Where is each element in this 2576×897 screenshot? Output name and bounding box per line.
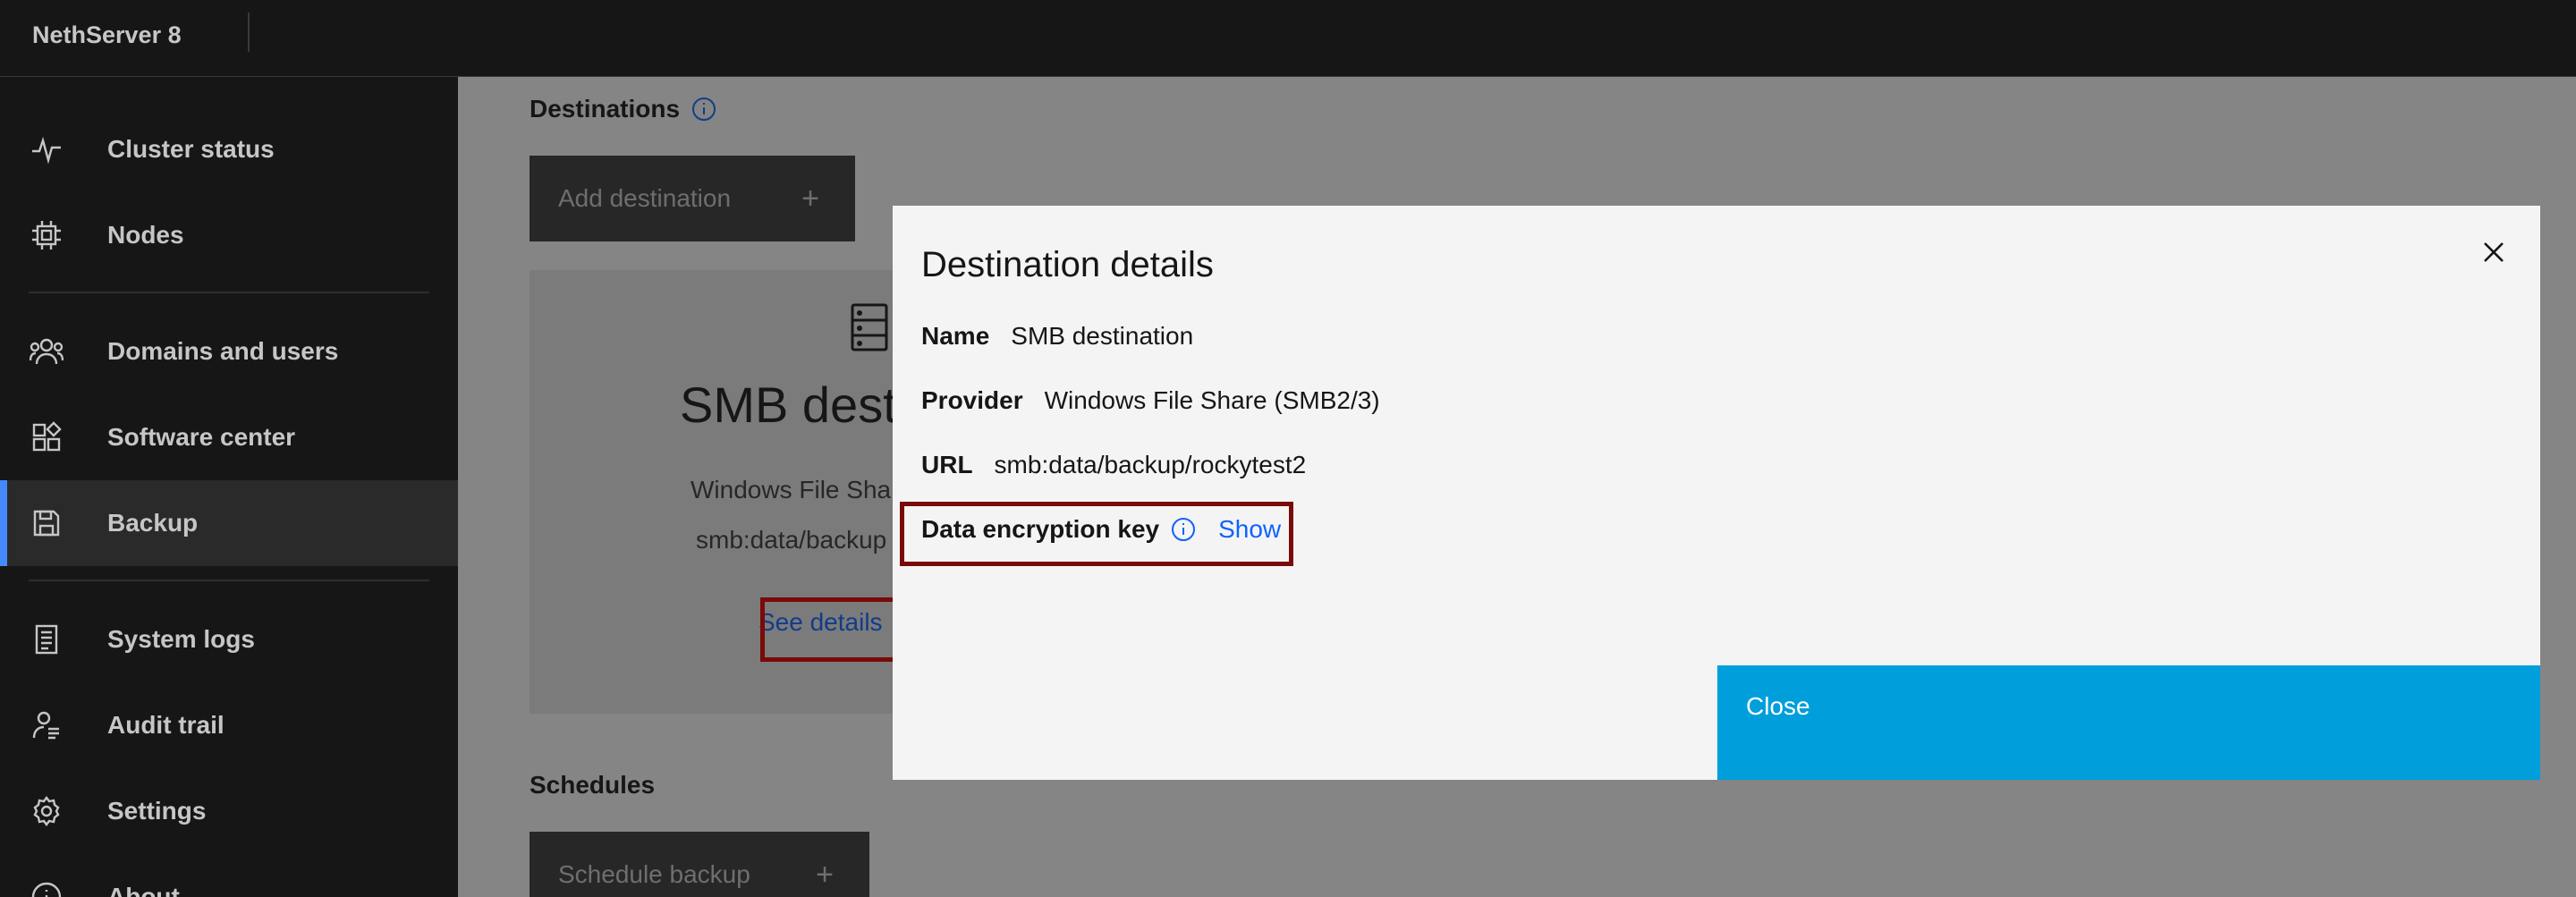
sidebar-item-label: Backup	[107, 509, 199, 537]
app-brand[interactable]: NethServer 8	[32, 0, 182, 77]
sidebar-item-system-logs[interactable]: System logs	[0, 597, 458, 682]
sidebar-item-settings[interactable]: Settings	[0, 768, 458, 854]
url-value: smb:data/backup/rockytest2	[994, 451, 1307, 478]
users-icon	[29, 334, 64, 369]
encryption-key-highlight	[900, 502, 1293, 566]
provider-value: Windows File Share (SMB2/3)	[1044, 386, 1380, 414]
apps-icon	[29, 419, 64, 455]
sidebar-item-label: Cluster status	[107, 135, 275, 163]
save-icon	[29, 505, 64, 541]
top-header: NethServer 8	[0, 0, 2576, 77]
destination-details-modal: Destination details Name SMB destination…	[893, 206, 2540, 780]
sidebar-item-label: About	[107, 883, 180, 897]
close-button[interactable]: Close	[1717, 665, 2540, 780]
close-icon[interactable]	[2472, 231, 2515, 274]
sidebar-divider	[29, 580, 429, 581]
sidebar-item-nodes[interactable]: Nodes	[0, 192, 458, 278]
sidebar-item-domains-and-users[interactable]: Domains and users	[0, 309, 458, 394]
sidebar-item-label: Domains and users	[107, 337, 339, 365]
name-label: Name	[921, 322, 990, 350]
audit-icon	[29, 707, 64, 743]
activity-icon	[29, 131, 64, 167]
see-details-highlight	[760, 597, 900, 662]
logs-icon	[29, 622, 64, 657]
name-row: Name SMB destination	[921, 322, 1193, 351]
sidebar: Cluster status Nodes Domains and users S…	[0, 77, 458, 897]
chip-icon	[29, 217, 64, 253]
name-value: SMB destination	[1011, 322, 1194, 350]
modal-title: Destination details	[921, 245, 1214, 284]
sidebar-item-label: System logs	[107, 625, 255, 653]
provider-label: Provider	[921, 386, 1023, 414]
gear-icon	[29, 793, 64, 829]
sidebar-divider	[29, 292, 429, 293]
sidebar-item-about[interactable]: About	[0, 854, 458, 897]
sidebar-item-audit-trail[interactable]: Audit trail	[0, 682, 458, 768]
sidebar-item-software-center[interactable]: Software center	[0, 394, 458, 480]
sidebar-item-cluster-status[interactable]: Cluster status	[0, 106, 458, 192]
url-label: URL	[921, 451, 973, 478]
sidebar-item-label: Audit trail	[107, 711, 225, 739]
sidebar-item-label: Software center	[107, 423, 296, 451]
sidebar-item-label: Settings	[107, 797, 207, 825]
sidebar-item-label: Nodes	[107, 221, 184, 249]
sidebar-item-backup[interactable]: Backup	[0, 480, 458, 566]
header-divider	[248, 13, 250, 52]
provider-row: Provider Windows File Share (SMB2/3)	[921, 386, 1380, 415]
url-row: URL smb:data/backup/rockytest2	[921, 451, 1306, 479]
info-icon	[29, 879, 64, 897]
